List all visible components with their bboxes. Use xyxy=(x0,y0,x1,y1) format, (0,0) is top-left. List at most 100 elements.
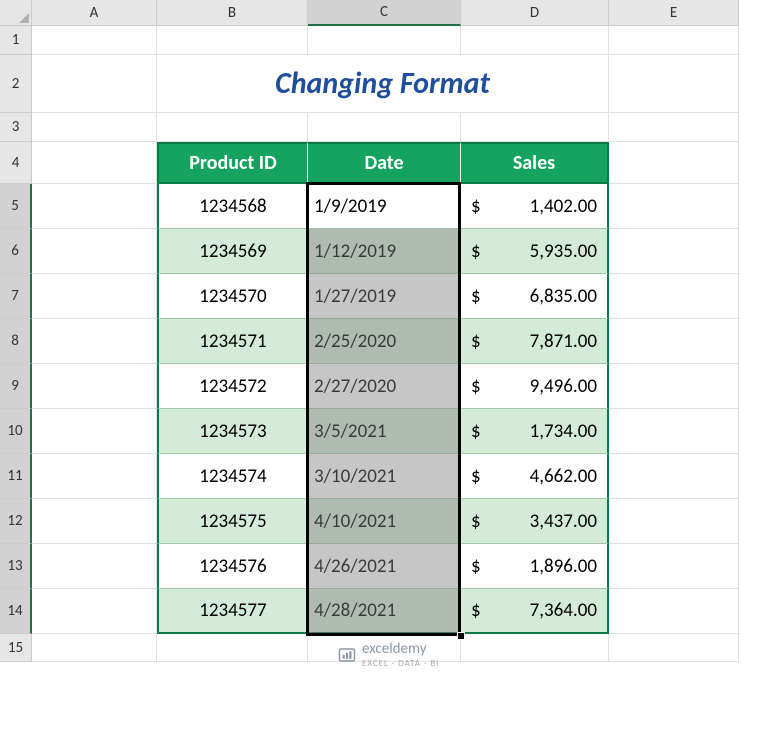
cell-date-14[interactable]: 4/28/2021 xyxy=(308,589,461,634)
header-date[interactable]: Date xyxy=(308,142,461,184)
cell-C3[interactable] xyxy=(308,113,461,142)
cell-product-id-10[interactable]: 1234573 xyxy=(157,409,308,454)
row-header-11[interactable]: 11 xyxy=(0,454,32,499)
cell-E4[interactable] xyxy=(609,142,739,184)
cell-sales-7[interactable]: $6,835.00 xyxy=(461,274,609,319)
col-header-B[interactable]: B xyxy=(157,0,308,26)
row-headers: 1 2 3 4 5 6 7 8 9 10 11 12 13 14 15 xyxy=(0,26,32,662)
cell-date-13[interactable]: 4/26/2021 xyxy=(308,544,461,589)
cell-A10[interactable] xyxy=(32,409,157,454)
cell-A11[interactable] xyxy=(32,454,157,499)
row-header-6[interactable]: 6 xyxy=(0,229,32,274)
cell-product-id-12[interactable]: 1234575 xyxy=(157,499,308,544)
cell-sales-5[interactable]: $1,402.00 xyxy=(461,184,609,229)
col-header-C[interactable]: C xyxy=(308,0,461,26)
cell-E6[interactable] xyxy=(609,229,739,274)
cell-D1[interactable] xyxy=(461,26,609,55)
cell-sales-9[interactable]: $9,496.00 xyxy=(461,364,609,409)
col-header-E[interactable]: E xyxy=(609,0,739,26)
title-cell[interactable]: Changing Format xyxy=(157,55,609,113)
row-header-2[interactable]: 2 xyxy=(0,55,32,113)
row-header-12[interactable]: 12 xyxy=(0,499,32,544)
cell-date-6[interactable]: 1/12/2019 xyxy=(308,229,461,274)
currency-symbol: $ xyxy=(471,195,481,218)
cell-date-7[interactable]: 1/27/2019 xyxy=(308,274,461,319)
header-sales[interactable]: Sales xyxy=(461,142,609,184)
row-header-1[interactable]: 1 xyxy=(0,26,32,55)
cell-date-5[interactable]: 1/9/2019 xyxy=(308,184,461,229)
cell-date-8[interactable]: 2/25/2020 xyxy=(308,319,461,364)
cell-E15[interactable] xyxy=(609,634,739,662)
row-header-9[interactable]: 9 xyxy=(0,364,32,409)
cell-E10[interactable] xyxy=(609,409,739,454)
col-header-D[interactable]: D xyxy=(461,0,609,26)
cell-A4[interactable] xyxy=(32,142,157,184)
select-all-corner[interactable] xyxy=(0,0,32,26)
cell-A15[interactable] xyxy=(32,634,157,662)
cell-product-id-8[interactable]: 1234571 xyxy=(157,319,308,364)
cell-product-id-6[interactable]: 1234569 xyxy=(157,229,308,274)
cell-B3[interactable] xyxy=(157,113,308,142)
row-header-4[interactable]: 4 xyxy=(0,142,32,184)
cell-sales-6[interactable]: $5,935.00 xyxy=(461,229,609,274)
cell-A13[interactable] xyxy=(32,544,157,589)
cell-D3[interactable] xyxy=(461,113,609,142)
cell-B1[interactable] xyxy=(157,26,308,55)
cell-date-10[interactable]: 3/5/2021 xyxy=(308,409,461,454)
cell-C1[interactable] xyxy=(308,26,461,55)
col-header-A[interactable]: A xyxy=(32,0,157,26)
sales-amount: 1,402.00 xyxy=(530,195,597,218)
cell-E1[interactable] xyxy=(609,26,739,55)
cell-E5[interactable] xyxy=(609,184,739,229)
cell-B15[interactable] xyxy=(157,634,308,662)
header-product-id[interactable]: Product ID xyxy=(157,142,308,184)
cell-A2[interactable] xyxy=(32,55,157,113)
cell-sales-12[interactable]: $3,437.00 xyxy=(461,499,609,544)
row-header-7[interactable]: 7 xyxy=(0,274,32,319)
cell-product-id-7[interactable]: 1234570 xyxy=(157,274,308,319)
cell-A9[interactable] xyxy=(32,364,157,409)
cell-D15[interactable] xyxy=(461,634,609,662)
cell-A12[interactable] xyxy=(32,499,157,544)
page-title: Changing Format xyxy=(275,65,490,102)
row-header-5[interactable]: 5 xyxy=(0,184,32,229)
cell-product-id-14[interactable]: 1234577 xyxy=(157,589,308,634)
cell-product-id-5[interactable]: 1234568 xyxy=(157,184,308,229)
cell-E3[interactable] xyxy=(609,113,739,142)
row-header-14[interactable]: 14 xyxy=(0,589,32,634)
cell-E11[interactable] xyxy=(609,454,739,499)
cell-sales-8[interactable]: $7,871.00 xyxy=(461,319,609,364)
cell-E9[interactable] xyxy=(609,364,739,409)
column-headers: A B C D E xyxy=(0,0,739,26)
cell-date-12[interactable]: 4/10/2021 xyxy=(308,499,461,544)
cell-E2[interactable] xyxy=(609,55,739,113)
fill-handle[interactable] xyxy=(457,632,465,640)
cell-A7[interactable] xyxy=(32,274,157,319)
cell-A3[interactable] xyxy=(32,113,157,142)
cell-A8[interactable] xyxy=(32,319,157,364)
row-header-3[interactable]: 3 xyxy=(0,113,32,142)
cell-date-11[interactable]: 3/10/2021 xyxy=(308,454,461,499)
cell-sales-10[interactable]: $1,734.00 xyxy=(461,409,609,454)
cell-A6[interactable] xyxy=(32,229,157,274)
cell-E14[interactable] xyxy=(609,589,739,634)
cell-A1[interactable] xyxy=(32,26,157,55)
cell-sales-11[interactable]: $4,662.00 xyxy=(461,454,609,499)
cell-E7[interactable] xyxy=(609,274,739,319)
cell-product-id-13[interactable]: 1234576 xyxy=(157,544,308,589)
cell-product-id-9[interactable]: 1234572 xyxy=(157,364,308,409)
cell-date-9[interactable]: 2/27/2020 xyxy=(308,364,461,409)
row-header-15[interactable]: 15 xyxy=(0,634,32,662)
cell-product-id-11[interactable]: 1234574 xyxy=(157,454,308,499)
sales-amount: 7,364.00 xyxy=(530,599,597,622)
cell-sales-13[interactable]: $1,896.00 xyxy=(461,544,609,589)
cell-E12[interactable] xyxy=(609,499,739,544)
row-header-10[interactable]: 10 xyxy=(0,409,32,454)
row-header-8[interactable]: 8 xyxy=(0,319,32,364)
cell-A5[interactable] xyxy=(32,184,157,229)
cell-A14[interactable] xyxy=(32,589,157,634)
cell-sales-14[interactable]: $7,364.00 xyxy=(461,589,609,634)
cell-E13[interactable] xyxy=(609,544,739,589)
row-header-13[interactable]: 13 xyxy=(0,544,32,589)
cell-E8[interactable] xyxy=(609,319,739,364)
